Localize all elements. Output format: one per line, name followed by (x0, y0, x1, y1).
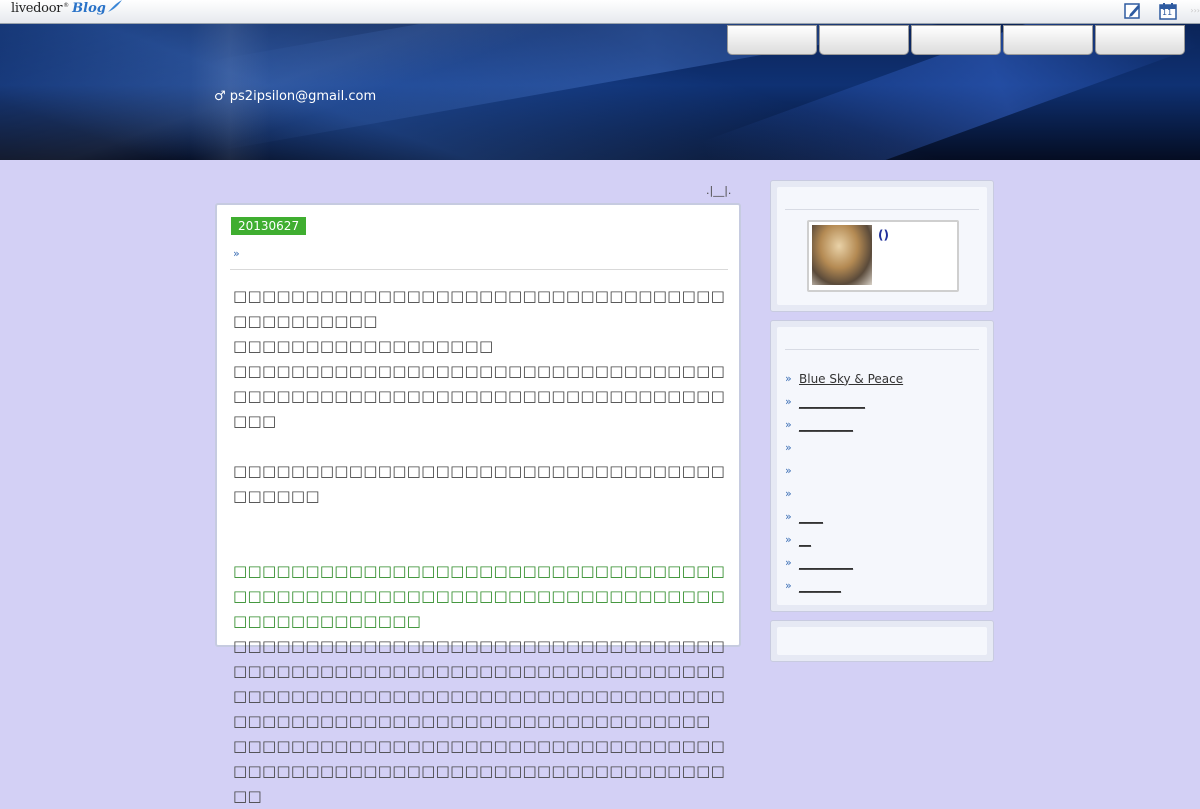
logo-blog-text: Blog (72, 1, 106, 16)
toolbar-more[interactable]: ››› (1190, 6, 1200, 15)
chevron-right-icon: » (785, 372, 792, 385)
list-item[interactable]: » (785, 482, 903, 505)
article-entry: 20130627 » □□□□□□□□□□□□□□□□□□□□□□□□□□□□□… (215, 203, 741, 805)
calendar-day: 11 (1162, 8, 1173, 17)
divider (230, 269, 728, 270)
next-widget (770, 620, 994, 662)
chevron-right-icon: » (785, 487, 792, 500)
feather-icon (107, 0, 122, 12)
entry-paragraph (233, 509, 733, 559)
sidebar-link[interactable]: ___________ (799, 395, 865, 409)
header-nav (727, 25, 1187, 55)
entry-paragraph: □□□□□□□□□□□□□□□□□□□□□□□□□□□□□□□□□□□□□□□□… (233, 362, 726, 430)
profile-widget-body: () (777, 187, 987, 305)
list-item[interactable]: » ___________ (785, 390, 903, 413)
entry-paragraph: □□□□□□□□□□□□□□□□□□□□□□□□□□□□□□□□□□□□□□□□… (233, 287, 726, 355)
list-item[interactable]: » _________ (785, 413, 903, 436)
nav-tab-5[interactable] (1095, 25, 1185, 55)
chevron-right-icon: » (785, 464, 792, 477)
logo-trademark: ® (63, 2, 70, 9)
links-widget-body: » Blue Sky & Peace » ___________ » ________… (777, 327, 987, 605)
next-widget-body (777, 627, 987, 655)
entry-date-badge: 20130627 (231, 217, 307, 235)
list-item[interactable]: » __ (785, 528, 903, 551)
divider (785, 349, 979, 350)
divider (785, 209, 979, 210)
entry-paragraph: □□□□□□□□□□□□□□□□□□□□□□□□□□□□□□□□□□□□□□□□… (233, 637, 726, 730)
livedoor-blog-logo[interactable]: livedoor ® Blog (11, 0, 123, 21)
entry-paragraph: □□□□□□□□□□□□□□□□□□□□□□□□□□□□□□□□□□□□□□□□… (233, 737, 726, 805)
chevron-right-icon: » (785, 579, 792, 592)
profile-card[interactable]: () (807, 220, 959, 292)
chevron-right-icon: » (785, 395, 792, 408)
chevron-right-icon: » (785, 418, 792, 431)
nav-tab-1[interactable] (727, 25, 817, 55)
list-item[interactable]: » _______ (785, 574, 903, 597)
chevron-right-icon: » (785, 533, 792, 546)
list-item[interactable]: » Blue Sky & Peace (785, 367, 903, 390)
sidebar-link[interactable]: _______ (799, 579, 841, 593)
chevron-right-icon: » (785, 510, 792, 523)
sidebar-link[interactable]: Blue Sky & Peace (799, 372, 903, 386)
profile-name[interactable]: () (878, 228, 889, 242)
top-toolbar: livedoor ® Blog 11 ››› (0, 0, 1200, 24)
blog-header: ♂ ps2ipsilon@gmail.com (0, 24, 1200, 160)
entry-paragraph-highlight: □□□□□□□□□□□□□□□□□□□□□□□□□□□□□□□□□□□□□□□□… (233, 562, 726, 630)
nav-tab-3[interactable] (911, 25, 1001, 55)
sidebar-link-list: » Blue Sky & Peace » ___________ » ________… (785, 367, 903, 597)
header-email[interactable]: ♂ ps2ipsilon@gmail.com (214, 89, 376, 104)
list-item[interactable]: » (785, 459, 903, 482)
profile-widget: () (770, 180, 994, 312)
edit-icon[interactable] (1124, 2, 1142, 20)
chevron-right-icon: » (785, 556, 792, 569)
links-widget: » Blue Sky & Peace » ___________ » ________… (770, 320, 994, 612)
nav-tab-2[interactable] (819, 25, 909, 55)
entry-title-arrow-icon[interactable]: » (233, 247, 240, 260)
nav-tab-4[interactable] (1003, 25, 1093, 55)
sidebar-link[interactable]: ____ (799, 510, 823, 524)
entry-paragraph: □□□□□□□□□□□□□□□□□□□□□□□□□□□□□□□□□□□□□□□□ (233, 462, 726, 505)
breadcrumb[interactable]: .|__|. (706, 184, 731, 197)
calendar-icon[interactable]: 11 (1159, 2, 1177, 20)
avatar[interactable] (812, 225, 872, 285)
list-item[interactable]: » _________ (785, 551, 903, 574)
logo-livedoor-text: livedoor (11, 1, 63, 16)
sidebar-link[interactable]: __ (799, 533, 811, 547)
entry-body: □□□□□□□□□□□□□□□□□□□□□□□□□□□□□□□□□□□□□□□□… (233, 284, 733, 809)
sidebar-link[interactable]: _________ (799, 556, 853, 570)
chevron-right-icon: » (785, 441, 792, 454)
list-item[interactable]: » ____ (785, 505, 903, 528)
sidebar-link[interactable]: _________ (799, 418, 853, 432)
list-item[interactable]: » (785, 436, 903, 459)
